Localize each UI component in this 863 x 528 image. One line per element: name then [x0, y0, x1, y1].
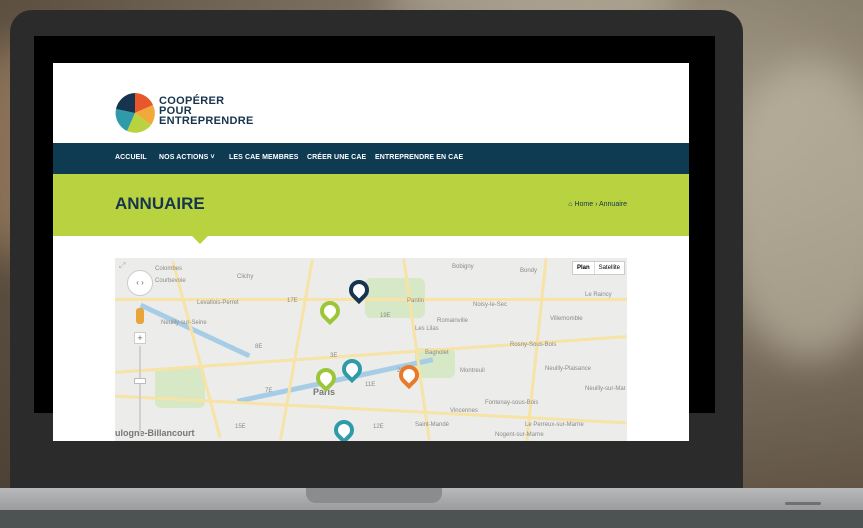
map-label: Saint-Mandé [415, 422, 450, 428]
nav-item-creer-cae[interactable]: CRÉER UNE CAE [307, 154, 366, 161]
map-label: ulogne-Billancourt [115, 428, 195, 438]
nav-item-cae-membres[interactable]: LES CAE MEMBRES [229, 154, 299, 161]
zoom-slider-handle[interactable] [134, 378, 146, 384]
brand-name[interactable]: COOPÉRER POUR ENTREPRENDRE [159, 96, 254, 127]
photo-background: COOPÉRER POUR ENTREPRENDRE ACCUEIL NOS A… [0, 0, 863, 528]
page-title: ANNUAIRE [115, 194, 205, 213]
brand-line: ENTREPRENDRE [159, 115, 254, 127]
pan-control-icon[interactable]: ‹ › [127, 270, 153, 296]
map-marker-pin[interactable] [329, 415, 359, 441]
map-type-control: Plan Satellite [571, 261, 625, 275]
map-label: Neuilly-sur-Seine [161, 320, 207, 326]
map-label: Romainville [437, 318, 469, 324]
nav-item-accueil[interactable]: ACCUEIL [115, 154, 147, 161]
title-band: ANNUAIRE ⌂ Home › Annuaire [53, 174, 689, 236]
map-label: Clichy [237, 274, 254, 280]
map-label: Villemomble [550, 316, 583, 322]
map-label: Nogent-sur-Marne [495, 432, 544, 438]
map-marker-pin[interactable] [315, 296, 345, 326]
map-label: Les Lilas [415, 326, 439, 332]
table-surface [0, 510, 863, 528]
title-band-pointer [192, 236, 208, 244]
web-page: COOPÉRER POUR ENTREPRENDRE ACCUEIL NOS A… [53, 63, 689, 441]
map-label: 12E [373, 424, 384, 430]
map-label: Noisy-le-Sec [473, 302, 508, 308]
map-label: Le Perreux-sur-Marne [525, 422, 584, 428]
zoom-slider[interactable] [139, 346, 141, 436]
map-label: Fontenay-sous-Bois [485, 400, 539, 406]
map-label: 7E [265, 388, 273, 394]
map-label: Neuilly-sur-Mar [585, 386, 626, 392]
street-view-pegman-icon[interactable] [136, 308, 144, 324]
map-label: Rosny-Sous-Bois [510, 342, 557, 348]
map-type-satellite-button[interactable]: Satellite [595, 262, 624, 274]
map-label: 3E [330, 353, 338, 359]
map-label: 19E [380, 313, 391, 319]
map-label: 8E [255, 344, 263, 350]
map-label: Bagnolet [425, 350, 449, 356]
map-label: Colombes [155, 266, 183, 272]
laptop-indicator [785, 502, 821, 505]
nav-item-nos-actions[interactable]: NOS ACTIONS ˅ [159, 154, 215, 161]
breadcrumb[interactable]: ⌂ Home › Annuaire [568, 201, 627, 208]
map-label: 15E [235, 424, 246, 430]
map-label: Neuilly-Plaisance [545, 366, 592, 372]
laptop-notch [306, 488, 442, 503]
zoom-in-button[interactable]: + [134, 332, 146, 344]
map[interactable]: Colombes Clichy Courbevoie Levallois-Per… [115, 258, 627, 441]
fullscreen-icon[interactable]: ⤢ [119, 261, 125, 271]
main-nav: ACCUEIL NOS ACTIONS ˅ LES CAE MEMBRES CR… [53, 143, 689, 174]
map-label: 17E [287, 298, 298, 304]
map-label: Levallois-Perret [197, 300, 239, 306]
map-label: Pantin [407, 298, 425, 304]
map-type-plan-button[interactable]: Plan [573, 262, 595, 274]
map-label: 11E [365, 382, 376, 388]
map-label: Bondy [520, 268, 538, 274]
map-label: Le Raincy [585, 292, 612, 298]
nav-item-entreprendre-cae[interactable]: ENTREPRENDRE EN CAE [375, 154, 463, 161]
map-label: Montreuil [460, 368, 485, 374]
map-label: Courbevoie [155, 278, 186, 284]
map-label: Bobigny [452, 264, 474, 270]
logo-icon[interactable] [115, 93, 155, 133]
map-label: Vincennes [450, 408, 478, 414]
